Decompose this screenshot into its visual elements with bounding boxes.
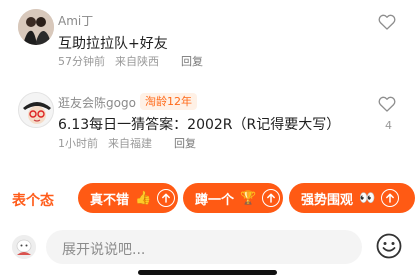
comment-input-placeholder: 展开说说吧... bbox=[62, 242, 146, 258]
reaction-pill-wait[interactable]: 蹲一个 🏆 bbox=[183, 183, 283, 213]
reaction-pill-nice[interactable]: 真不错 👍 bbox=[78, 183, 178, 213]
comment-time: 1小时前 bbox=[58, 137, 98, 150]
comment-location: 来自福建 bbox=[108, 137, 152, 150]
up-arrow-icon bbox=[157, 189, 176, 207]
username[interactable]: 逛友会陈gogo bbox=[58, 94, 136, 111]
up-arrow-icon bbox=[262, 189, 281, 207]
reply-button[interactable]: 回复 bbox=[174, 137, 196, 150]
comment-item: 逛友会陈gogo 淘龄12年 6.13每日一猜答案：2002R（R记得要大写） … bbox=[0, 86, 415, 166]
comment-meta: 57分钟前 来自陕西 回复 bbox=[58, 53, 213, 69]
reaction-label: 强势围观 bbox=[301, 192, 354, 208]
avatar bbox=[12, 235, 36, 259]
eyes-icon: 👀 bbox=[359, 190, 376, 206]
heart-outline-icon[interactable] bbox=[377, 12, 397, 32]
home-indicator bbox=[138, 270, 277, 275]
reaction-label: 真不错 bbox=[90, 192, 130, 208]
thumbs-up-icon: 👍 bbox=[135, 190, 152, 206]
comment-item: Ami丁 互助拉拉队+好友 57分钟前 来自陕西 回复 bbox=[0, 0, 415, 80]
avatar[interactable] bbox=[18, 9, 54, 45]
comment-meta: 1小时前 来自福建 回复 bbox=[58, 135, 206, 151]
quick-reaction-bar: 表个态 真不错 👍 蹲一个 🏆 强势围观 👀 bbox=[0, 183, 415, 217]
account-age-badge: 淘龄12年 bbox=[140, 93, 197, 110]
reaction-label: 蹲一个 bbox=[195, 192, 235, 208]
comment-time: 57分钟前 bbox=[58, 55, 105, 68]
reaction-bar-title: 表个态 bbox=[12, 193, 54, 209]
comment-text: 6.13每日一猜答案：2002R（R记得要大写） bbox=[58, 117, 341, 133]
reaction-pill-watch[interactable]: 强势围观 👀 bbox=[289, 183, 415, 213]
up-arrow-icon bbox=[381, 189, 400, 207]
heart-outline-icon[interactable] bbox=[377, 94, 397, 114]
avatar[interactable] bbox=[18, 92, 54, 128]
reply-button[interactable]: 回复 bbox=[181, 55, 203, 68]
comment-text: 互助拉拉队+好友 bbox=[58, 36, 168, 52]
comment-input[interactable]: 展开说说吧... bbox=[46, 230, 362, 264]
comment-input-row: 展开说说吧... bbox=[0, 226, 415, 266]
like-count: 4 bbox=[385, 119, 392, 132]
comment-location: 来自陕西 bbox=[115, 55, 159, 68]
emoji-smile-icon[interactable] bbox=[375, 232, 403, 260]
username[interactable]: Ami丁 bbox=[58, 12, 93, 29]
trophy-icon: 🏆 bbox=[240, 190, 257, 206]
